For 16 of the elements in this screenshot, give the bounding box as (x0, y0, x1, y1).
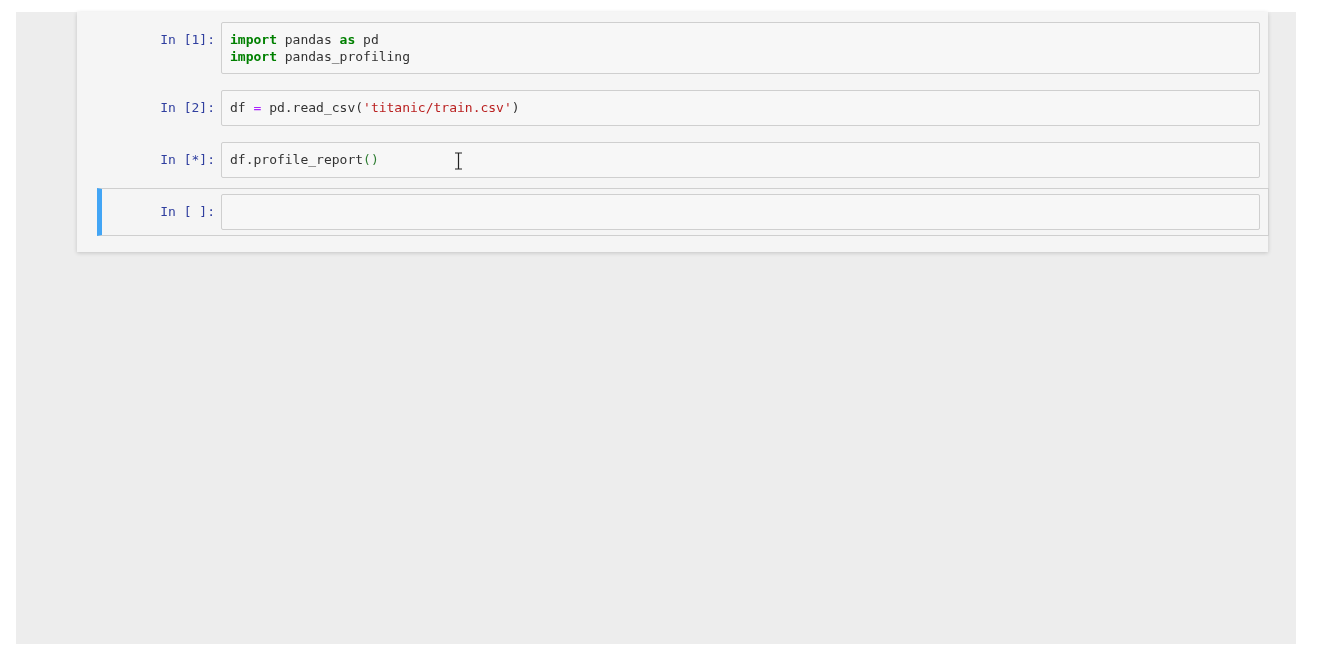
code-input[interactable]: import pandas as pd import pandas_profiling (221, 22, 1260, 74)
code-line: df.profile_report() (230, 151, 379, 168)
notebook-cell[interactable]: In [2]: df = pd.read_csv('titanic/train.csv') (97, 84, 1269, 132)
selected-cell[interactable]: In [ ]: (97, 188, 1269, 236)
notebook-cell[interactable]: In [1]: import pandas as pd import pandas_profiling (97, 16, 1269, 80)
notebook-cell[interactable]: In [*]: df.profile_report() (97, 136, 1269, 184)
cell-prompt: In [1]: (159, 31, 216, 47)
code-line: import pandas as pd (230, 31, 379, 48)
cell-prompt: In [ ]: (159, 203, 216, 219)
code-input[interactable] (221, 194, 1260, 230)
code-line: import pandas_profiling (230, 48, 411, 65)
code-input[interactable]: df.profile_report() (221, 142, 1260, 178)
code-line: df = pd.read_csv('titanic/train.csv') (230, 99, 520, 116)
cell-prompt: In [2]: (159, 99, 216, 115)
code-input[interactable]: df = pd.read_csv('titanic/train.csv') (221, 90, 1260, 126)
cell-prompt: In [*]: (159, 151, 216, 167)
